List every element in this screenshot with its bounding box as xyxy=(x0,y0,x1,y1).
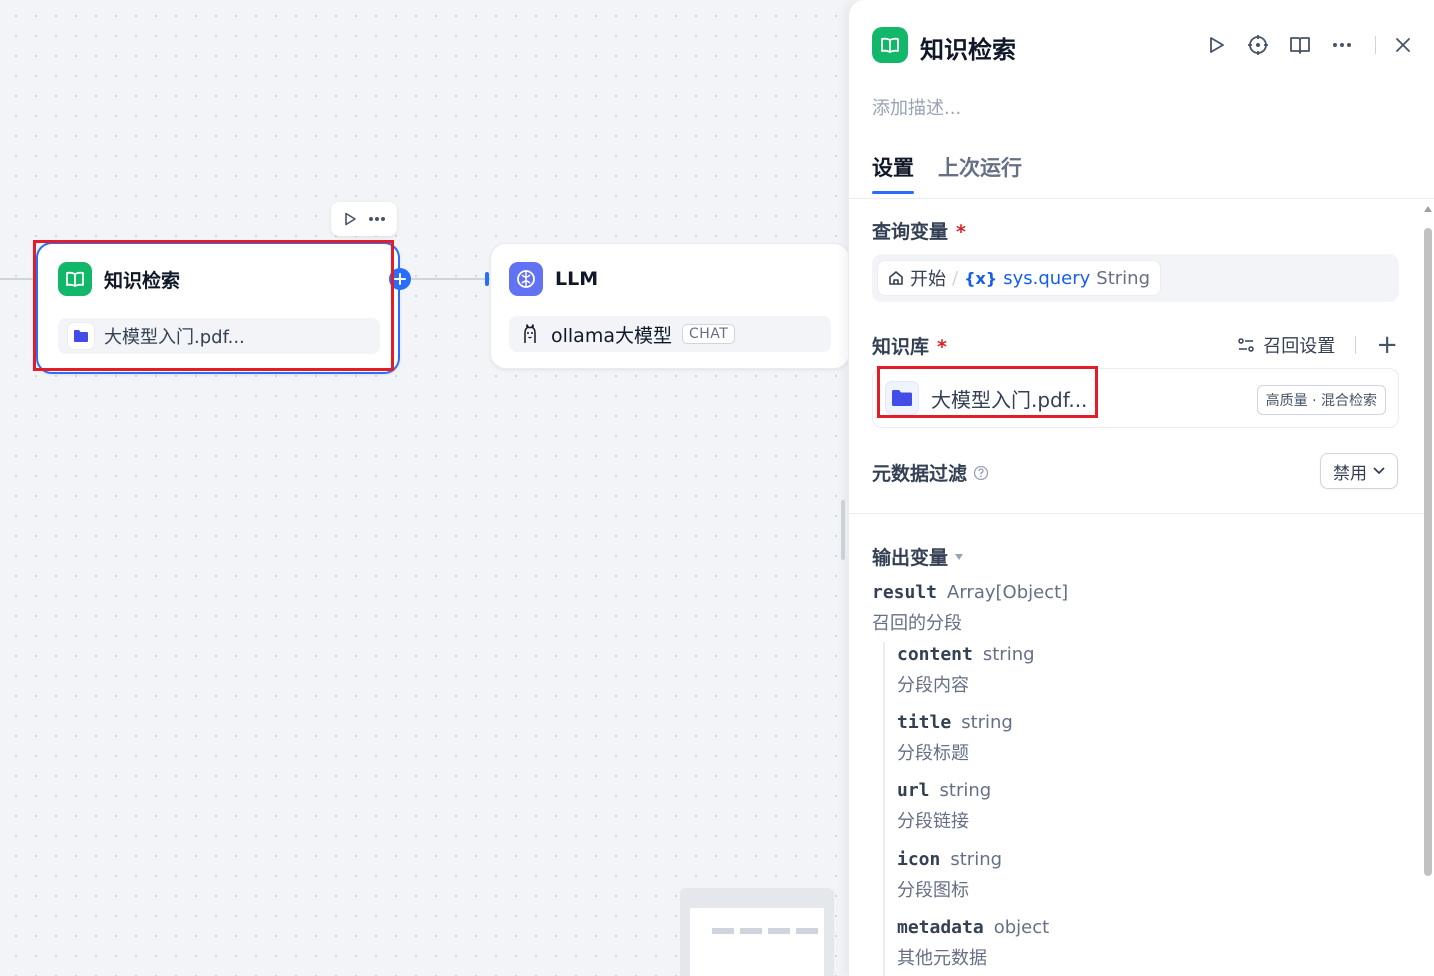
chevron-down-icon xyxy=(1373,467,1385,475)
metadata-filter-value: 禁用 xyxy=(1333,463,1367,484)
retrieval-mode-badge: 高质量 · 混合检索 xyxy=(1256,385,1386,415)
output-result: result Array[Object] 召回的分段 xyxy=(872,582,1068,635)
output-name: content xyxy=(897,644,973,665)
book-icon xyxy=(872,27,908,63)
add-knowledge-button[interactable]: + xyxy=(1376,332,1398,358)
output-name: result xyxy=(872,582,938,603)
knowledge-item[interactable]: 大模型入门.pdf... 高质量 · 混合检索 xyxy=(872,368,1399,428)
output-desc: 召回的分段 xyxy=(872,613,962,634)
output-child: content string 分段内容 xyxy=(897,644,1035,697)
incoming-edge xyxy=(0,278,36,280)
recall-settings-button[interactable]: 召回设置 xyxy=(1263,332,1335,358)
toolbar-divider xyxy=(1375,36,1376,54)
node-dataset-name: 大模型入门.pdf... xyxy=(104,327,245,348)
help-book-icon[interactable] xyxy=(1279,30,1321,60)
llm-icon xyxy=(509,262,543,296)
output-name: icon xyxy=(897,849,941,870)
description-input[interactable]: 添加描述... xyxy=(872,94,961,120)
output-type: string xyxy=(982,644,1035,665)
minimap-node xyxy=(740,928,762,934)
folder-icon xyxy=(68,323,94,349)
required-mark: * xyxy=(956,221,966,243)
output-name: url xyxy=(897,780,930,801)
output-type: string xyxy=(939,780,992,801)
caret-down-icon xyxy=(954,553,964,561)
help-circle-icon[interactable] xyxy=(973,465,989,481)
var-name: sys.query xyxy=(1003,267,1091,289)
output-variables-toggle[interactable]: 输出变量 xyxy=(872,543,964,570)
minimap-node xyxy=(712,928,734,934)
node-config-panel: 知识检索 添加描述... 设置 上次运行 查询变量 * 开始 / {x} sys… xyxy=(848,0,1434,976)
output-desc: 其他元数据 xyxy=(897,948,987,969)
output-desc: 分段内容 xyxy=(897,675,969,696)
llm-model-chip: ollama大模型 CHAT xyxy=(509,316,831,352)
output-type: Array[Object] xyxy=(947,582,1069,603)
llama-icon xyxy=(519,323,541,345)
panel-resize-handle[interactable] xyxy=(841,500,845,560)
workflow-canvas[interactable]: 知识检索 大模型入门.pdf... LLM ollama大模型 CHAT xyxy=(0,0,850,976)
output-type: string xyxy=(950,849,1003,870)
output-name: metadata xyxy=(897,917,984,938)
query-variable-pill[interactable]: 开始 / {x} sys.query String xyxy=(878,261,1160,295)
folder-icon xyxy=(885,381,919,415)
knowledge-actions: 召回设置 + xyxy=(1237,332,1398,358)
panel-tabs: 设置 上次运行 xyxy=(872,152,1022,194)
scroll-up-arrow[interactable] xyxy=(1424,206,1432,212)
more-icon[interactable] xyxy=(367,211,387,227)
book-icon xyxy=(58,262,92,296)
knowledge-retrieval-node[interactable]: 知识检索 大模型入门.pdf... xyxy=(36,242,400,374)
output-desc: 分段图标 xyxy=(897,880,969,901)
tab-last-run[interactable]: 上次运行 xyxy=(938,152,1022,194)
node-title: 知识检索 xyxy=(104,269,181,292)
llm-node[interactable]: LLM ollama大模型 CHAT xyxy=(490,243,850,369)
metadata-filter-label: 元数据过滤 xyxy=(872,459,989,486)
required-mark: * xyxy=(937,336,947,358)
tab-settings[interactable]: 设置 xyxy=(872,152,914,194)
output-desc: 分段标题 xyxy=(897,743,969,764)
output-child: metadata object 其他元数据 xyxy=(897,917,1049,970)
minimap[interactable] xyxy=(680,888,834,976)
more-icon[interactable] xyxy=(1321,30,1363,60)
output-type: object xyxy=(993,917,1050,938)
recall-settings-icon[interactable] xyxy=(1237,336,1255,354)
home-icon xyxy=(888,270,904,286)
locate-icon[interactable] xyxy=(1237,30,1279,60)
run-node-icon[interactable] xyxy=(342,211,358,227)
output-child: url string 分段链接 xyxy=(897,780,991,833)
panel-title[interactable]: 知识检索 xyxy=(920,30,1016,65)
query-variable-field[interactable]: 开始 / {x} sys.query String xyxy=(872,254,1399,302)
edge-kr-to-llm[interactable] xyxy=(410,278,490,280)
var-separator: / xyxy=(952,267,959,289)
query-variable-label: 查询变量 * xyxy=(872,221,966,243)
add-next-node-button[interactable] xyxy=(389,268,411,290)
minimap-viewport xyxy=(690,908,824,976)
panel-scrollbar[interactable] xyxy=(1424,228,1432,876)
var-type: String xyxy=(1096,267,1150,289)
knowledge-item-name: 大模型入门.pdf... xyxy=(931,387,1088,412)
llm-input-handle[interactable] xyxy=(485,272,489,286)
minimap-node xyxy=(768,928,790,934)
output-type: string xyxy=(961,712,1013,733)
knowledge-base-label: 知识库 * xyxy=(872,336,947,358)
model-mode-badge: CHAT xyxy=(681,324,736,344)
var-source: 开始 xyxy=(910,269,946,290)
close-icon[interactable] xyxy=(1388,30,1418,60)
actions-divider xyxy=(1355,336,1357,354)
variable-icon: {x} xyxy=(964,268,998,288)
output-child: title string 分段标题 xyxy=(897,712,1013,765)
output-desc: 分段链接 xyxy=(897,811,969,832)
node-title: LLM xyxy=(555,268,599,290)
tabs-divider xyxy=(849,198,1434,199)
llm-model-name: ollama大模型 xyxy=(551,324,672,347)
metadata-filter-select[interactable]: 禁用 xyxy=(1320,453,1398,489)
output-child: icon string 分段图标 xyxy=(897,849,1002,902)
output-children-rail xyxy=(883,642,885,976)
node-action-bar xyxy=(331,202,397,236)
minimap-node xyxy=(796,928,818,934)
node-dataset-chip: 大模型入门.pdf... xyxy=(58,318,380,354)
output-name: title xyxy=(897,712,952,733)
panel-toolbar xyxy=(1195,30,1418,60)
section-divider xyxy=(849,513,1424,514)
play-icon[interactable] xyxy=(1195,30,1237,60)
